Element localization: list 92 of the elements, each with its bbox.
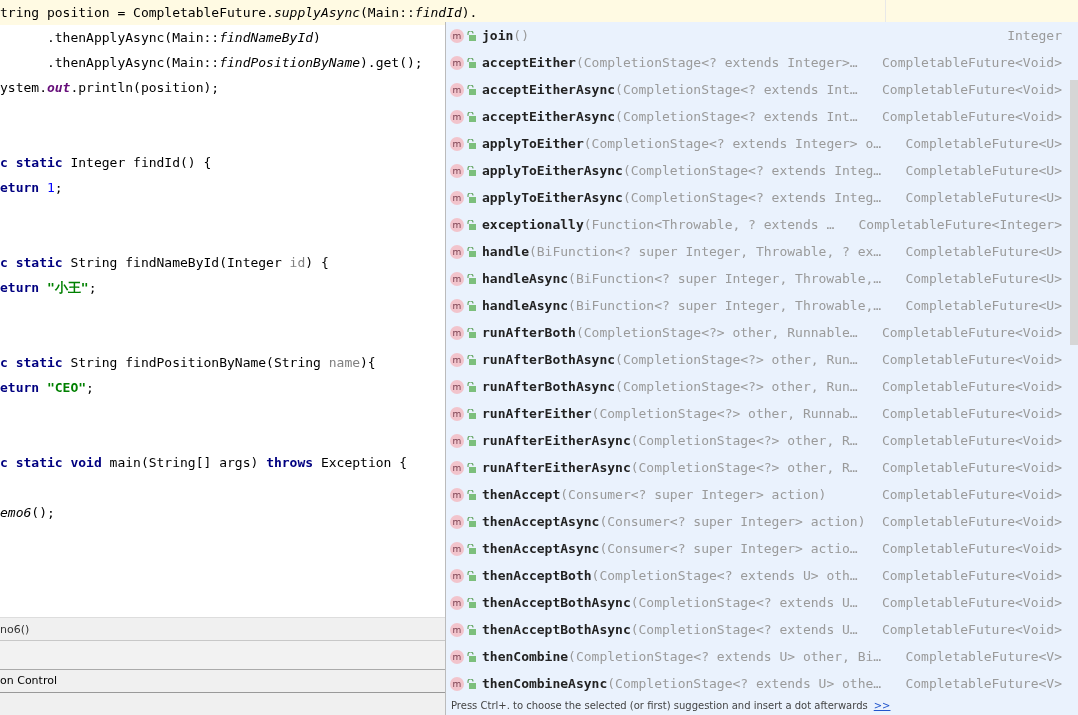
method-icon: m: [450, 82, 464, 97]
lock-icon: [467, 192, 476, 203]
code-line: c static String findPositionByName(String name){: [0, 354, 376, 372]
code-line: .thenApplyAsync(Main::findNameById): [45, 29, 321, 47]
completion-item[interactable]: m thenAcceptBoth(CompletionStage<? extends U> oth… CompletableFuture<Void>: [446, 562, 1078, 589]
lock-icon: [467, 516, 476, 527]
code-line: tring position = CompletableFuture.supplyAsync(Main::findId).: [0, 4, 478, 22]
completion-item[interactable]: m runAfterEitherAsync(CompletionStage<?> other, R… CompletableFuture<Void>: [446, 427, 1078, 454]
lock-icon: [467, 489, 476, 500]
completion-item[interactable]: m handle(BiFunction<? super Integer, Throwable, ? ex… CompletableFuture<U>: [446, 238, 1078, 265]
lock-icon: [467, 165, 476, 176]
method-icon: m: [450, 298, 464, 313]
lock-icon: [467, 300, 476, 311]
lock-icon: [467, 246, 476, 257]
completion-item[interactable]: m handleAsync(BiFunction<? super Integer, Throwable,… CompletableFuture<U>: [446, 265, 1078, 292]
lock-icon: [467, 84, 476, 95]
method-icon: m: [450, 190, 464, 205]
lock-icon: [467, 597, 476, 608]
completion-item[interactable]: m runAfterEitherAsync(CompletionStage<?> other, R… CompletableFuture<Void>: [446, 454, 1078, 481]
method-icon: m: [450, 244, 464, 259]
tool-window-tab[interactable]: on Control: [0, 674, 57, 687]
scrollbar-thumb[interactable]: [1070, 80, 1078, 345]
completion-item[interactable]: m acceptEitherAsync(CompletionStage<? extends Int… CompletableFuture<Void>: [446, 103, 1078, 130]
method-icon: m: [450, 136, 464, 151]
method-icon: m: [450, 541, 464, 556]
completion-item[interactable]: m join() Integer: [446, 22, 1078, 49]
lock-icon: [467, 435, 476, 446]
code-line: c static String findNameById(Integer id) {: [0, 254, 329, 272]
method-icon: m: [450, 109, 464, 124]
completion-item[interactable]: m runAfterBoth(CompletionStage<?> other, Runnable… CompletableFuture<Void>: [446, 319, 1078, 346]
method-icon: m: [450, 595, 464, 610]
lock-icon: [467, 570, 476, 581]
method-icon: m: [450, 406, 464, 421]
completion-item[interactable]: m thenAcceptAsync(Consumer<? super Integer> action) CompletableFuture<Void>: [446, 508, 1078, 535]
lock-icon: [467, 678, 476, 689]
lock-icon: [467, 273, 476, 284]
completion-item[interactable]: m thenAcceptAsync(Consumer<? super Integer> actio… CompletableFuture<Void>: [446, 535, 1078, 562]
code-line: eturn 1;: [0, 179, 63, 197]
lock-icon: [467, 111, 476, 122]
method-icon: m: [450, 433, 464, 448]
completion-item[interactable]: m runAfterBothAsync(CompletionStage<?> other, Run… CompletableFuture<Void>: [446, 346, 1078, 373]
method-icon: m: [450, 460, 464, 475]
hint-text: Press Ctrl+. to choose the selected (or first) suggestion and insert a dot afterwards: [451, 700, 868, 711]
lock-icon: [467, 327, 476, 338]
completion-item[interactable]: m applyToEither(CompletionStage<? extends Integer> o… CompletableFuture<U>: [446, 130, 1078, 157]
lock-icon: [467, 651, 476, 662]
completion-item[interactable]: m acceptEitherAsync(CompletionStage<? extends Int… CompletableFuture<Void>: [446, 76, 1078, 103]
completion-item[interactable]: m runAfterBothAsync(CompletionStage<?> other, Run… CompletableFuture<Void>: [446, 373, 1078, 400]
lock-icon: [467, 381, 476, 392]
completion-item[interactable]: m handleAsync(BiFunction<? super Integer, Throwable,… CompletableFuture<U>: [446, 292, 1078, 319]
completion-item[interactable]: m applyToEitherAsync(CompletionStage<? extends Integ… CompletableFuture<U>: [446, 184, 1078, 211]
method-icon: m: [450, 676, 464, 691]
code-line: c static void main(String[] args) throws Exception {: [0, 454, 407, 472]
completion-item[interactable]: m exceptionally(Function<Throwable, ? extends … CompletableFuture<Integer>: [446, 211, 1078, 238]
method-icon: m: [450, 28, 464, 43]
lock-icon: [467, 30, 476, 41]
method-icon: m: [450, 325, 464, 340]
code-line: eturn "小王";: [0, 279, 97, 297]
method-icon: m: [450, 379, 464, 394]
method-icon: m: [450, 649, 464, 664]
method-icon: m: [450, 622, 464, 637]
completion-item[interactable]: m thenAccept(Consumer<? super Integer> action) CompletableFuture<Void>: [446, 481, 1078, 508]
code-line: eturn "CEO";: [0, 379, 94, 397]
lock-icon: [467, 408, 476, 419]
completion-item[interactable]: m thenAcceptBothAsync(CompletionStage<? extends U… CompletableFuture<Void>: [446, 616, 1078, 643]
completion-item[interactable]: m runAfterEither(CompletionStage<?> other, Runnab… CompletableFuture<Void>: [446, 400, 1078, 427]
lock-icon: [467, 354, 476, 365]
method-icon: m: [450, 487, 464, 502]
method-icon: m: [450, 163, 464, 178]
code-line: .thenApplyAsync(Main::findPositionByName).get();: [45, 54, 423, 72]
method-icon: m: [450, 352, 464, 367]
hint-link[interactable]: >>: [873, 700, 891, 711]
method-icon: m: [450, 217, 464, 232]
breadcrumb[interactable]: no6(): [0, 623, 30, 636]
code-line: ystem.out.println(position);: [0, 79, 220, 97]
lock-icon: [467, 543, 476, 554]
code-line: c static Integer findId() {: [0, 154, 212, 172]
method-icon: m: [450, 568, 464, 583]
code-line: emo6();: [0, 504, 55, 522]
method-icon: m: [450, 55, 464, 70]
completion-item[interactable]: m acceptEither(CompletionStage<? extends Integer>… CompletableFuture<Void>: [446, 49, 1078, 76]
completion-item[interactable]: m thenCombineAsync(CompletionStage<? extends U> othe… CompletableFuture<V>: [446, 670, 1078, 697]
lock-icon: [467, 138, 476, 149]
method-icon: m: [450, 271, 464, 286]
lock-icon: [467, 219, 476, 230]
lock-icon: [467, 624, 476, 635]
lock-icon: [467, 57, 476, 68]
lock-icon: [467, 462, 476, 473]
completion-item[interactable]: m applyToEitherAsync(CompletionStage<? extends Integ… CompletableFuture<U>: [446, 157, 1078, 184]
completion-item[interactable]: m thenAcceptBothAsync(CompletionStage<? extends U… CompletableFuture<Void>: [446, 589, 1078, 616]
method-icon: m: [450, 514, 464, 529]
completion-item[interactable]: m thenCombine(CompletionStage<? extends U> other, Bi… CompletableFuture<V>: [446, 643, 1078, 670]
